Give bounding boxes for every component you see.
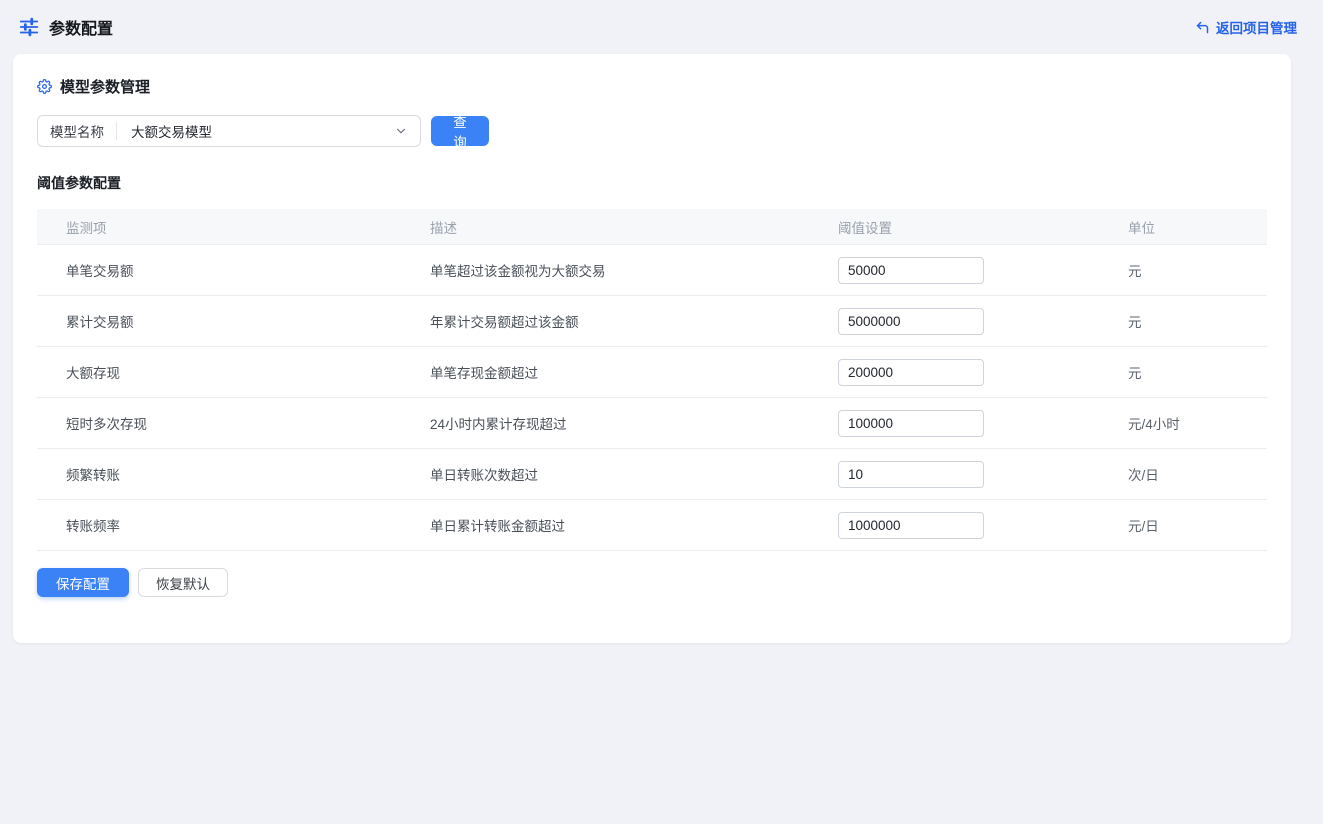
model-parameter-card: 模型参数管理 模型名称 大额交易模型 查询 阈值参数配置 监测项 描述 阈值设置…	[13, 54, 1291, 643]
monitor-item-desc: 年累计交易额超过该金额	[430, 311, 838, 331]
model-name-select[interactable]: 模型名称 大额交易模型	[37, 115, 421, 147]
table-row: 转账频率 单日累计转账金额超过 元/日	[37, 500, 1267, 551]
threshold-table: 监测项 描述 阈值设置 单位 单笔交易额 单笔超过该金额视为大额交易 元 累计交…	[37, 209, 1267, 551]
top-bar-title-group: 参数配置	[18, 15, 113, 39]
table-row: 频繁转账 单日转账次数超过 次/日	[37, 449, 1267, 500]
query-row: 模型名称 大额交易模型 查询	[37, 115, 1267, 147]
unit-label: 元/4小时	[1128, 413, 1267, 433]
monitor-item-label: 单笔交易额	[37, 260, 430, 280]
unit-label: 元	[1128, 362, 1267, 382]
table-row: 短时多次存现 24小时内累计存现超过 元/4小时	[37, 398, 1267, 449]
page-title: 参数配置	[49, 15, 113, 39]
monitor-item-label: 转账频率	[37, 515, 430, 535]
threshold-input[interactable]	[838, 308, 984, 335]
model-name-label: 模型名称	[38, 121, 116, 141]
panel-title-row: 模型参数管理	[37, 76, 1267, 97]
unit-label: 元	[1128, 260, 1267, 280]
footer-actions: 保存配置 恢复默认	[37, 568, 1267, 597]
back-to-project-link[interactable]: 返回项目管理	[1195, 17, 1297, 37]
monitor-item-label: 频繁转账	[37, 464, 430, 484]
threshold-input[interactable]	[838, 461, 984, 488]
table-row: 大额存现 单笔存现金额超过 元	[37, 347, 1267, 398]
save-config-button[interactable]: 保存配置	[37, 568, 129, 597]
panel-title: 模型参数管理	[60, 76, 150, 97]
restore-default-button[interactable]: 恢复默认	[138, 568, 228, 597]
undo-arrow-icon	[1195, 20, 1210, 35]
monitor-item-desc: 单日转账次数超过	[430, 464, 838, 484]
query-button[interactable]: 查询	[431, 116, 489, 146]
unit-label: 元	[1128, 311, 1267, 331]
col-header-desc: 描述	[430, 217, 838, 237]
threshold-input[interactable]	[838, 410, 984, 437]
col-header-threshold: 阈值设置	[838, 217, 1128, 237]
monitor-item-label: 累计交易额	[37, 311, 430, 331]
top-bar: 参数配置 返回项目管理	[0, 0, 1323, 54]
chevron-down-icon	[394, 124, 420, 138]
col-header-item: 监测项	[37, 217, 430, 237]
table-row: 累计交易额 年累计交易额超过该金额 元	[37, 296, 1267, 347]
monitor-item-label: 大额存现	[37, 362, 430, 382]
gear-icon	[37, 79, 52, 94]
monitor-item-desc: 单笔存现金额超过	[430, 362, 838, 382]
sliders-icon	[18, 16, 40, 38]
col-header-unit: 单位	[1128, 217, 1267, 237]
threshold-section-title: 阈值参数配置	[37, 173, 1267, 193]
back-link-label: 返回项目管理	[1216, 17, 1297, 37]
table-header-row: 监测项 描述 阈值设置 单位	[37, 209, 1267, 245]
threshold-input[interactable]	[838, 359, 984, 386]
unit-label: 元/日	[1128, 515, 1267, 535]
monitor-item-desc: 单日累计转账金额超过	[430, 515, 838, 535]
table-row: 单笔交易额 单笔超过该金额视为大额交易 元	[37, 245, 1267, 296]
monitor-item-desc: 24小时内累计存现超过	[430, 413, 838, 433]
monitor-item-label: 短时多次存现	[37, 413, 430, 433]
monitor-item-desc: 单笔超过该金额视为大额交易	[430, 260, 838, 280]
model-name-value: 大额交易模型	[117, 121, 394, 141]
threshold-input[interactable]	[838, 512, 984, 539]
unit-label: 次/日	[1128, 464, 1267, 484]
threshold-input[interactable]	[838, 257, 984, 284]
